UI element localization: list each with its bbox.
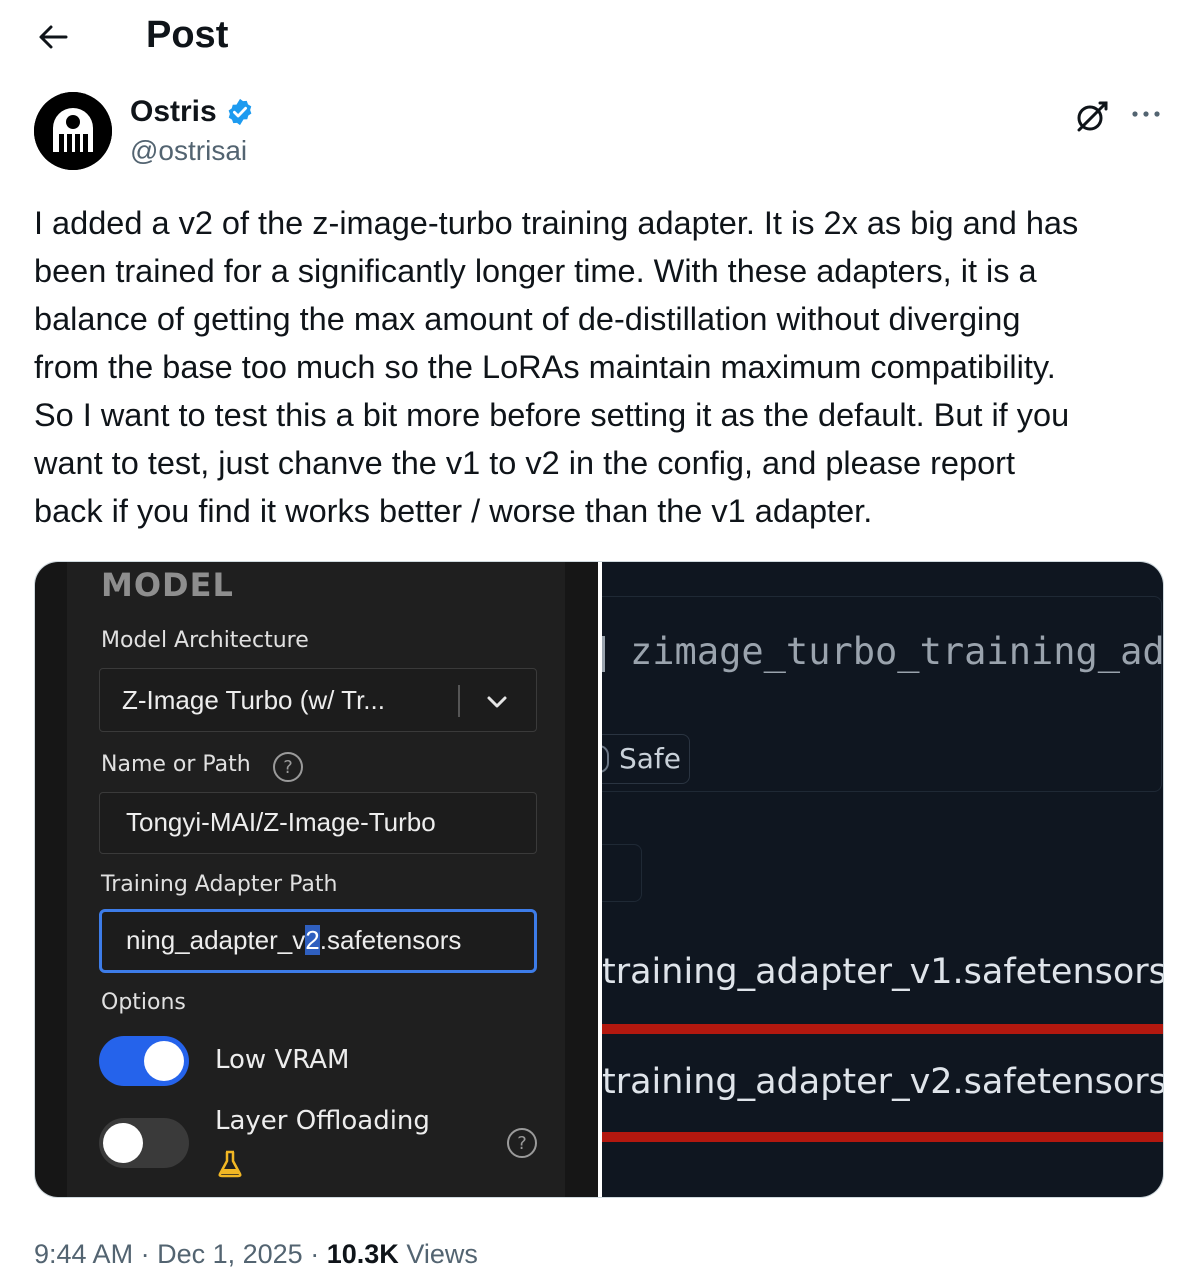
model-architecture-value: Z-Image Turbo (w/ Tr...: [122, 685, 385, 715]
low-vram-toggle[interactable]: [99, 1036, 189, 1086]
file-v2: training_adapter_v2.safetensors: [602, 1062, 1164, 1102]
name-or-path-label: Name or Path: [101, 752, 251, 777]
more-icon: [1132, 111, 1160, 117]
more-button[interactable]: [1124, 94, 1168, 134]
repo-panel-edge: [602, 844, 642, 902]
avatar[interactable]: [34, 92, 112, 170]
toggle-knob: [103, 1123, 143, 1163]
grok-icon: [1077, 101, 1108, 132]
safe-badge: Safe: [602, 734, 690, 784]
grok-button[interactable]: [1070, 94, 1114, 138]
highlight-underline-v2: [602, 1132, 1163, 1142]
text-caret: [602, 636, 605, 672]
highlight-underline-v1: [602, 1024, 1163, 1034]
shield-icon: [602, 745, 609, 773]
text-cursor-selection: 2: [305, 925, 320, 955]
post-meta: 9:44 AM · Dec 1, 2025 · 10.3K Views: [34, 1239, 478, 1269]
post-time[interactable]: 9:44 AM: [34, 1239, 133, 1269]
arrow-left-icon: [39, 25, 68, 49]
author-name-row: Ostris: [130, 94, 255, 130]
repo-name: zimage_turbo_training_ad: [630, 630, 1164, 673]
post-media[interactable]: MODEL Model Architecture Z-Image Turbo (…: [34, 561, 1164, 1198]
post-header: Post: [0, 0, 1186, 70]
layer-offloading-label: Layer Offloading: [215, 1106, 430, 1136]
training-adapter-input[interactable]: ning_adapter_v2.safetensors: [99, 909, 537, 973]
section-title: MODEL: [101, 566, 234, 604]
select-divider: [458, 685, 460, 717]
options-label: Options: [101, 990, 186, 1015]
ostris-logo-icon: [34, 92, 112, 170]
author-name[interactable]: Ostris: [130, 94, 217, 130]
media-image-left[interactable]: MODEL Model Architecture Z-Image Turbo (…: [35, 562, 598, 1197]
post-text: I added a v2 of the z-image-turbo traini…: [34, 205, 1079, 529]
layer-offloading-toggle[interactable]: [99, 1118, 189, 1168]
training-adapter-value: ning_adapter_v2.safetensors: [126, 925, 462, 955]
help-icon[interactable]: ?: [273, 752, 303, 782]
views-count: 10.3K: [326, 1239, 399, 1269]
help-icon[interactable]: ?: [507, 1128, 537, 1158]
author-handle[interactable]: @ostrisai: [130, 134, 247, 168]
flask-icon: [218, 1150, 242, 1178]
toggle-knob: [144, 1041, 184, 1081]
page-title: Post: [146, 14, 229, 56]
post-author: Ostris @ostrisai: [34, 92, 1160, 178]
views-label: Views: [406, 1239, 478, 1269]
name-or-path-input[interactable]: Tongyi-MAI/Z-Image-Turbo: [99, 792, 537, 854]
post-date[interactable]: Dec 1, 2025: [157, 1239, 303, 1269]
model-architecture-label: Model Architecture: [101, 628, 309, 653]
low-vram-label: Low VRAM: [215, 1045, 350, 1075]
name-or-path-value: Tongyi-MAI/Z-Image-Turbo: [126, 807, 436, 837]
file-v1: training_adapter_v1.safetensors: [602, 952, 1164, 992]
verified-badge-icon: [228, 98, 252, 126]
training-adapter-label: Training Adapter Path: [101, 872, 338, 897]
media-image-right[interactable]: zimage_turbo_training_ad Safe training_a…: [602, 562, 1164, 1197]
model-architecture-select[interactable]: Z-Image Turbo (w/ Tr...: [99, 668, 537, 732]
model-settings-panel: MODEL Model Architecture Z-Image Turbo (…: [67, 562, 565, 1197]
safe-badge-label: Safe: [619, 742, 682, 775]
chevron-down-icon: [487, 696, 507, 708]
back-button[interactable]: [30, 14, 76, 60]
